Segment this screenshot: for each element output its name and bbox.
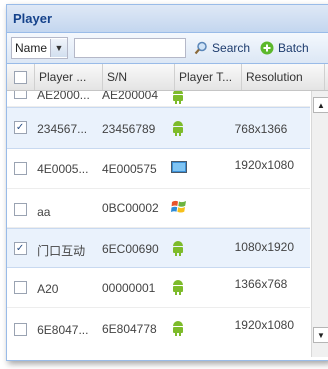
table-row[interactable]: ✓ 234567... 23456789 768x1366 bbox=[7, 107, 310, 149]
column-header-player-name[interactable]: Player ... bbox=[35, 64, 103, 90]
cell-player-name: aa bbox=[37, 205, 51, 219]
table-row[interactable]: A20 00000001 1366x768 bbox=[7, 267, 310, 308]
row-checkbox[interactable] bbox=[7, 148, 33, 175]
cell-sn: 00000001 bbox=[101, 281, 156, 295]
player-panel: Player Name ▼ Search Batch Player ... S/… bbox=[6, 4, 328, 361]
row-checkbox[interactable] bbox=[7, 91, 33, 99]
cell-player-type bbox=[167, 108, 231, 139]
search-icon bbox=[194, 41, 207, 55]
cell-sn: 6E804778 bbox=[101, 322, 157, 336]
row-checkbox[interactable]: ✓ bbox=[7, 229, 33, 255]
cell-resolution: 1920x1080 bbox=[234, 158, 295, 172]
filter-field-select[interactable]: Name ▼ bbox=[11, 37, 69, 59]
column-header-resolution[interactable]: Resolution bbox=[242, 64, 325, 90]
panel-title: Player bbox=[7, 5, 328, 33]
select-all-checkbox[interactable] bbox=[7, 64, 35, 90]
table-row[interactable]: 4E0005... 4E000575 1920x1080 bbox=[7, 148, 310, 189]
windows-icon bbox=[170, 200, 186, 213]
cell-sn: 0BC00002 bbox=[101, 201, 159, 215]
cell-resolution: 1920x1080 bbox=[234, 318, 295, 332]
table-row[interactable]: ✓ 门口互动 6EC00690 1080x1920 bbox=[7, 228, 310, 268]
add-icon bbox=[260, 41, 274, 55]
toolbar: Name ▼ Search Batch bbox=[7, 33, 328, 64]
cell-player-type bbox=[167, 91, 231, 107]
vertical-scrollbar[interactable]: ▲ ▼ bbox=[311, 91, 328, 357]
cell-player-name: 234567... bbox=[37, 122, 88, 136]
search-button[interactable]: Search bbox=[194, 41, 250, 55]
cell-player-type bbox=[167, 267, 231, 298]
cell-player-name: 门口互动 bbox=[37, 244, 86, 258]
grid-body: AE2000... AE200004 ✓ 234567... 23456789 bbox=[7, 91, 328, 357]
android-icon bbox=[172, 121, 183, 136]
cell-sn: 6EC00690 bbox=[101, 242, 159, 256]
column-header-sn[interactable]: S/N bbox=[103, 64, 175, 90]
batch-button-label: Batch bbox=[278, 41, 309, 55]
android-icon bbox=[172, 241, 183, 256]
table-row[interactable]: aa 0BC00002 bbox=[7, 189, 310, 228]
table-row[interactable]: 6E8047... 6E804778 1920x1080 bbox=[7, 308, 310, 348]
row-checkbox[interactable] bbox=[7, 267, 33, 294]
column-header-player-type[interactable]: Player T... bbox=[175, 64, 242, 90]
scroll-up-icon[interactable]: ▲ bbox=[313, 97, 328, 113]
cell-resolution: 1080x1920 bbox=[234, 240, 295, 254]
cell-sn: AE200004 bbox=[101, 91, 159, 102]
scroll-down-icon[interactable]: ▼ bbox=[313, 327, 328, 343]
cell-player-type bbox=[167, 229, 231, 259]
row-checkbox[interactable]: ✓ bbox=[7, 108, 33, 134]
cell-player-name: 6E8047... bbox=[37, 323, 89, 337]
search-input[interactable] bbox=[74, 38, 187, 58]
cell-player-name: AE2000... bbox=[37, 91, 90, 102]
cell-player-type bbox=[167, 308, 231, 339]
cell-player-type bbox=[167, 148, 231, 178]
cell-player-name: A20 bbox=[37, 282, 59, 296]
cell-resolution: 768x1366 bbox=[234, 122, 288, 136]
table-row[interactable]: AE2000... AE200004 bbox=[7, 91, 310, 107]
cell-resolution bbox=[231, 189, 310, 199]
search-button-label: Search bbox=[212, 41, 251, 55]
cell-player-name: 4E0005... bbox=[37, 162, 89, 176]
cell-sn: 4E000575 bbox=[101, 162, 157, 176]
row-checkbox[interactable] bbox=[7, 308, 33, 336]
filter-field-value: Name bbox=[15, 41, 48, 55]
cell-resolution: 1366x768 bbox=[234, 277, 288, 291]
cell-player-type bbox=[167, 189, 231, 218]
monitor-icon bbox=[170, 161, 187, 173]
android-icon bbox=[172, 91, 183, 104]
grid-header: Player ... S/N Player T... Resolution bbox=[7, 64, 328, 91]
chevron-down-icon[interactable]: ▼ bbox=[50, 39, 68, 57]
batch-button[interactable]: Batch bbox=[260, 41, 309, 55]
row-checkbox[interactable] bbox=[7, 189, 33, 216]
android-icon bbox=[172, 280, 183, 295]
cell-sn: 23456789 bbox=[101, 122, 156, 136]
android-icon bbox=[172, 321, 183, 336]
